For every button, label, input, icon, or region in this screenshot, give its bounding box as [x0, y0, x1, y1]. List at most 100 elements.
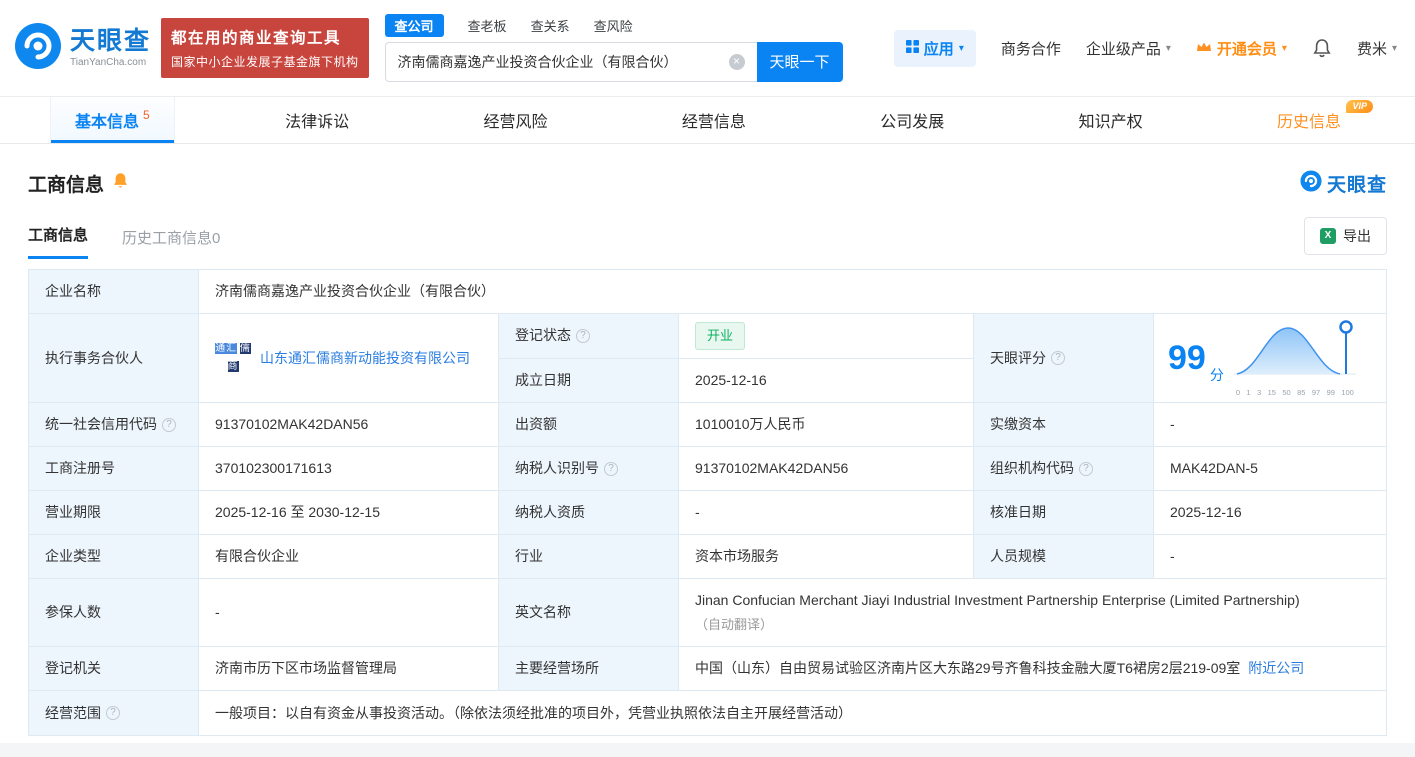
english-name-text: Jinan Confucian Merchant Jiayi Industria…: [695, 592, 1300, 609]
status-date-column: 登记状态 开业 成立日期 2025-12-16: [499, 314, 974, 402]
nearby-companies-link[interactable]: 附近公司: [1248, 658, 1304, 679]
table-row: 营业期限 2025-12-16 至 2030-12-15 纳税人资质 - 核准日…: [29, 491, 1386, 535]
reg-number-value: 370102300171613: [199, 447, 499, 490]
help-icon[interactable]: [1051, 351, 1065, 365]
score-distribution-chart: 0 1 3 15 50 85 97 99 100: [1233, 318, 1356, 398]
reg-number-label: 工商注册号: [29, 447, 199, 490]
brand-domain: TianYanCha.com: [70, 57, 147, 69]
chevron-down-icon: [1282, 43, 1287, 54]
tianyancha-logo-icon: [1300, 170, 1322, 197]
table-row: 成立日期 2025-12-16: [499, 358, 974, 402]
insured-count-label: 参保人数: [29, 579, 199, 646]
crown-icon: [1196, 40, 1212, 57]
taxpayer-id-label: 纳税人识别号: [499, 447, 679, 490]
business-scope-label: 经营范围: [29, 691, 199, 735]
table-row: 企业名称 济南儒商嘉逸产业投资合伙企业（有限合伙）: [29, 270, 1386, 314]
tab-history-label: 历史信息: [1276, 114, 1341, 131]
status-badge: 开业: [695, 322, 746, 350]
company-type-value: 有限合伙企业: [199, 535, 499, 578]
brand-name: 天眼查: [70, 26, 152, 55]
business-scope-value: 一般项目：以自有资金从事投资活动。（除依法须经批准的项目外，凭营业执照依法自主开…: [215, 704, 852, 721]
tab-business-info[interactable]: 经营信息: [658, 97, 770, 143]
credit-code-label: 统一社会信用代码: [29, 403, 199, 446]
export-button[interactable]: 导出: [1304, 217, 1387, 255]
search-button[interactable]: 天眼一下: [756, 41, 843, 82]
reg-authority-label: 登记机关: [29, 647, 199, 690]
top-nav: 应用 商务合作 企业级产品 开通会员 费米: [893, 29, 1397, 67]
tab-operational-risk[interactable]: 经营风险: [459, 97, 571, 143]
subtab-business-info[interactable]: 工商信息: [28, 224, 89, 259]
credit-code-value: 91370102MAK42DAN56: [199, 403, 499, 446]
score-unit: 分: [1209, 367, 1224, 383]
english-name-value: Jinan Confucian Merchant Jiayi Industria…: [679, 579, 1386, 646]
tab-count-badge: 5: [143, 108, 150, 122]
nav-open-membership[interactable]: 开通会员: [1196, 38, 1287, 59]
main-address-value: 中国（山东）自由贸易试验区济南片区大东路29号齐鲁科技金融大厦T6裙房2层219…: [679, 647, 1386, 690]
tab-history-info[interactable]: 历史信息 VIP: [1253, 97, 1373, 143]
watermark-brand-name: 天眼查: [1326, 175, 1387, 196]
help-icon[interactable]: [1079, 461, 1093, 476]
paid-capital-label: 实缴资本: [974, 403, 1154, 446]
top-header: 天眼查 TianYanCha.com 都在用的商业查询工具 国家中小企业发展子基…: [0, 0, 1415, 96]
nav-membership-label: 开通会员: [1216, 40, 1277, 58]
nav-apps-label: 应用: [923, 40, 954, 58]
partner-company-link[interactable]: 山东通汇儒商新动能投资有限公司: [260, 348, 470, 368]
promo-banner: 都在用的商业查询工具 国家中小企业发展子基金旗下机构: [161, 18, 369, 78]
tianyancha-logo[interactable]: 天眼查 TianYanCha.com: [14, 22, 151, 75]
help-icon[interactable]: [604, 461, 618, 476]
search-tab-relation[interactable]: 查关系: [531, 16, 570, 35]
establish-date-value: 2025-12-16: [679, 358, 974, 402]
insured-count-value: -: [199, 579, 499, 646]
search-input-wrap: [384, 41, 757, 82]
auto-translate-note: （自动翻译）: [695, 617, 774, 633]
address-text: 中国（山东）自由贸易试验区济南片区大东路29号齐鲁科技金融大厦T6裙房2层219…: [695, 660, 1241, 676]
help-icon[interactable]: [576, 328, 590, 343]
table-row: 登记状态 开业: [499, 314, 974, 359]
partner-company-logo: 通汇 儒商: [215, 340, 251, 376]
search-tab-company[interactable]: 查公司: [384, 14, 444, 37]
search-tab-risk[interactable]: 查风险: [594, 16, 633, 35]
company-section-tabs: 基本信息 5 法律诉讼 经营风险 经营信息 公司发展 知识产权 历史信息 VIP: [0, 96, 1415, 144]
search-tab-boss[interactable]: 查老板: [468, 16, 507, 35]
industry-value: 资本市场服务: [679, 535, 974, 578]
tab-company-development[interactable]: 公司发展: [856, 97, 968, 143]
business-info-table: 企业名称 济南儒商嘉逸产业投资合伙企业（有限合伙） 执行事务合伙人 通汇 儒商 …: [28, 269, 1387, 736]
chevron-down-icon: [1392, 43, 1397, 54]
score-axis-labels: 0 1 3 15 50 85 97 99 100: [1235, 387, 1354, 397]
english-name-label: 英文名称: [499, 579, 679, 646]
table-row: 工商注册号 370102300171613 纳税人识别号 91370102MAK…: [29, 447, 1386, 491]
clear-search-icon[interactable]: [728, 53, 745, 70]
watermark-brand-logo: 天眼查: [1300, 170, 1387, 197]
excel-icon: [1320, 228, 1336, 244]
chevron-down-icon: [959, 43, 964, 54]
nav-business-cooperation[interactable]: 商务合作: [1001, 38, 1061, 59]
help-icon[interactable]: [106, 706, 120, 720]
capital-label: 出资额: [499, 403, 679, 446]
section-head: 工商信息 天眼查: [28, 170, 1387, 197]
executive-partner-label: 执行事务合伙人: [29, 314, 199, 402]
establish-date-label: 成立日期: [499, 358, 679, 402]
search-input[interactable]: [397, 53, 729, 70]
tab-basic-info[interactable]: 基本信息 5: [50, 97, 175, 143]
subscribe-bell-icon[interactable]: [112, 172, 129, 195]
industry-label: 行业: [499, 535, 679, 578]
promo-line2: 国家中小企业发展子基金旗下机构: [171, 55, 359, 69]
nav-apps[interactable]: 应用: [893, 29, 976, 67]
promo-line1: 都在用的商业查询工具: [171, 30, 342, 47]
section-title: 工商信息: [28, 175, 105, 196]
nav-user-menu[interactable]: 费米: [1357, 38, 1397, 59]
tab-legal-proceedings[interactable]: 法律诉讼: [261, 97, 373, 143]
vip-badge: VIP: [1346, 100, 1373, 113]
export-label: 导出: [1343, 228, 1371, 244]
table-row: 参保人数 - 英文名称 Jinan Confucian Merchant Jia…: [29, 579, 1386, 647]
org-code-value: MAK42DAN-5: [1170, 460, 1258, 476]
tab-intellectual-property[interactable]: 知识产权: [1055, 97, 1167, 143]
help-icon[interactable]: [162, 417, 176, 432]
company-name-value: 济南儒商嘉逸产业投资合伙企业（有限合伙）: [215, 283, 495, 299]
notification-bell-icon[interactable]: [1312, 38, 1332, 59]
main-address-label: 主要经营场所: [499, 647, 679, 690]
org-code-label: 组织机构代码: [974, 447, 1154, 490]
table-row: 登记机关 济南市历下区市场监督管理局 主要经营场所 中国（山东）自由贸易试验区济…: [29, 647, 1386, 691]
subtab-history-business-info[interactable]: 历史工商信息0: [122, 227, 220, 259]
nav-enterprise-products[interactable]: 企业级产品: [1086, 38, 1171, 59]
